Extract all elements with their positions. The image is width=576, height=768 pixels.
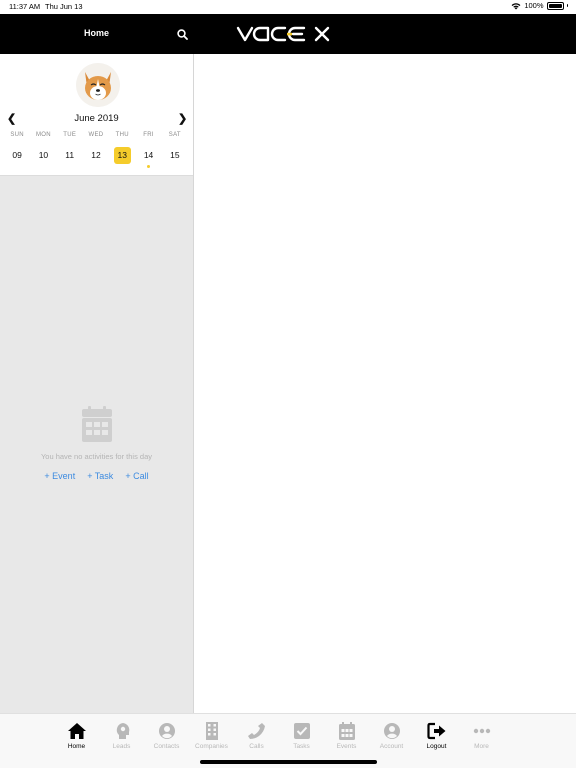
tab-home[interactable]: Home bbox=[54, 722, 99, 750]
avatar[interactable] bbox=[76, 63, 120, 107]
phone-icon bbox=[247, 723, 265, 739]
home-icon bbox=[67, 723, 86, 739]
week-calendar: ❮ June 2019 ❯ SUN MON TUE WED THU FRI SA… bbox=[0, 54, 193, 176]
user-circle-icon bbox=[158, 723, 175, 739]
tab-label: Calls bbox=[249, 743, 264, 750]
month-label: June 2019 bbox=[74, 113, 119, 124]
calendar-day[interactable]: 12 bbox=[83, 145, 109, 163]
event-dot bbox=[147, 165, 151, 168]
next-week-chevron-icon[interactable]: ❯ bbox=[178, 112, 187, 125]
tab-label: Companies bbox=[195, 743, 228, 750]
status-time: 11:37 AM bbox=[9, 2, 41, 11]
weekday-label: MON bbox=[35, 132, 51, 138]
head-icon bbox=[116, 723, 129, 739]
tab-companies[interactable]: Companies bbox=[189, 722, 234, 750]
tab-label: Logout bbox=[426, 743, 447, 750]
empty-message: You have no activities for this day bbox=[40, 452, 153, 461]
day-number: 09 bbox=[12, 150, 22, 160]
calendar-day[interactable]: 15 bbox=[162, 145, 188, 163]
weekday-label: THU bbox=[115, 132, 129, 138]
battery-tip bbox=[566, 4, 568, 7]
tab-label: More bbox=[474, 743, 489, 750]
day-number: 11 bbox=[65, 150, 75, 160]
vacex-logo bbox=[236, 25, 340, 48]
wifi-icon bbox=[511, 2, 521, 9]
calendar-icon bbox=[81, 406, 112, 442]
add-task-link[interactable]: + Task bbox=[87, 471, 113, 481]
weekday-label: FRI bbox=[143, 132, 154, 138]
date-row: 09 10 11 12 13 14 15 bbox=[4, 145, 188, 168]
header-home-link[interactable]: Home bbox=[84, 28, 109, 38]
app-screen: 11:37 AM Thu Jun 13 100% Home ❮ June 201… bbox=[0, 0, 576, 768]
calendar-day[interactable]: 14 bbox=[135, 145, 161, 168]
tab-events[interactable]: Events bbox=[324, 722, 369, 750]
search-icon[interactable] bbox=[177, 27, 188, 45]
battery-percent: 100% bbox=[524, 1, 544, 10]
battery-icon bbox=[546, 1, 564, 10]
tab-label: Contacts bbox=[153, 743, 180, 750]
home-indicator bbox=[200, 760, 377, 764]
day-number: 12 bbox=[91, 150, 101, 160]
weekday-label: SAT bbox=[168, 132, 181, 138]
tab-more[interactable]: More bbox=[459, 722, 504, 750]
tab-label: Home bbox=[67, 743, 86, 750]
tab-tasks[interactable]: Tasks bbox=[279, 722, 324, 750]
tab-calls[interactable]: Calls bbox=[234, 722, 279, 750]
checkbox-icon bbox=[293, 723, 310, 739]
tab-label: Events bbox=[336, 743, 357, 750]
day-number: 10 bbox=[38, 150, 49, 160]
tab-label: Account bbox=[379, 743, 404, 750]
calendar-day-selected[interactable]: 13 bbox=[109, 145, 135, 164]
app-header: Home bbox=[0, 14, 576, 54]
day-number: 13 bbox=[113, 147, 131, 164]
tab-label: Tasks bbox=[293, 743, 310, 750]
calendar-day[interactable]: 09 bbox=[4, 145, 30, 163]
status-date: Thu Jun 13 bbox=[45, 2, 83, 11]
account-icon bbox=[383, 723, 400, 739]
empty-state: You have no activities for this day + Ev… bbox=[0, 406, 193, 481]
weekday-row: SUN MON TUE WED THU FRI SAT bbox=[4, 132, 188, 138]
tab-contacts[interactable]: Contacts bbox=[144, 722, 189, 750]
day-number: 14 bbox=[143, 150, 154, 160]
logout-icon bbox=[426, 722, 445, 740]
tab-leads[interactable]: Leads bbox=[99, 722, 144, 750]
status-bar: 11:37 AM Thu Jun 13 100% bbox=[0, 0, 576, 14]
weekday-label: TUE bbox=[63, 132, 77, 138]
building-icon bbox=[205, 722, 218, 740]
tab-list: Home Leads Contacts Companies Calls Task… bbox=[54, 722, 504, 750]
add-call-link[interactable]: + Call bbox=[125, 471, 148, 481]
weekday-label: SUN bbox=[10, 132, 24, 138]
tab-label: Leads bbox=[112, 743, 131, 750]
calendar-day[interactable]: 11 bbox=[57, 145, 83, 163]
detail-pane bbox=[195, 54, 576, 713]
quick-add-actions: + Event + Task + Call bbox=[0, 471, 193, 481]
calendar-day[interactable]: 10 bbox=[30, 145, 56, 163]
activity-sidebar: ❮ June 2019 ❯ SUN MON TUE WED THU FRI SA… bbox=[0, 54, 194, 713]
tab-logout[interactable]: Logout bbox=[414, 722, 459, 750]
status-indicators: 100% bbox=[511, 1, 568, 10]
tab-account[interactable]: Account bbox=[369, 722, 414, 750]
calendar-icon bbox=[338, 722, 355, 740]
add-event-link[interactable]: + Event bbox=[44, 471, 75, 481]
weekday-label: WED bbox=[88, 132, 104, 138]
more-icon bbox=[473, 728, 490, 734]
day-number: 15 bbox=[170, 150, 180, 160]
